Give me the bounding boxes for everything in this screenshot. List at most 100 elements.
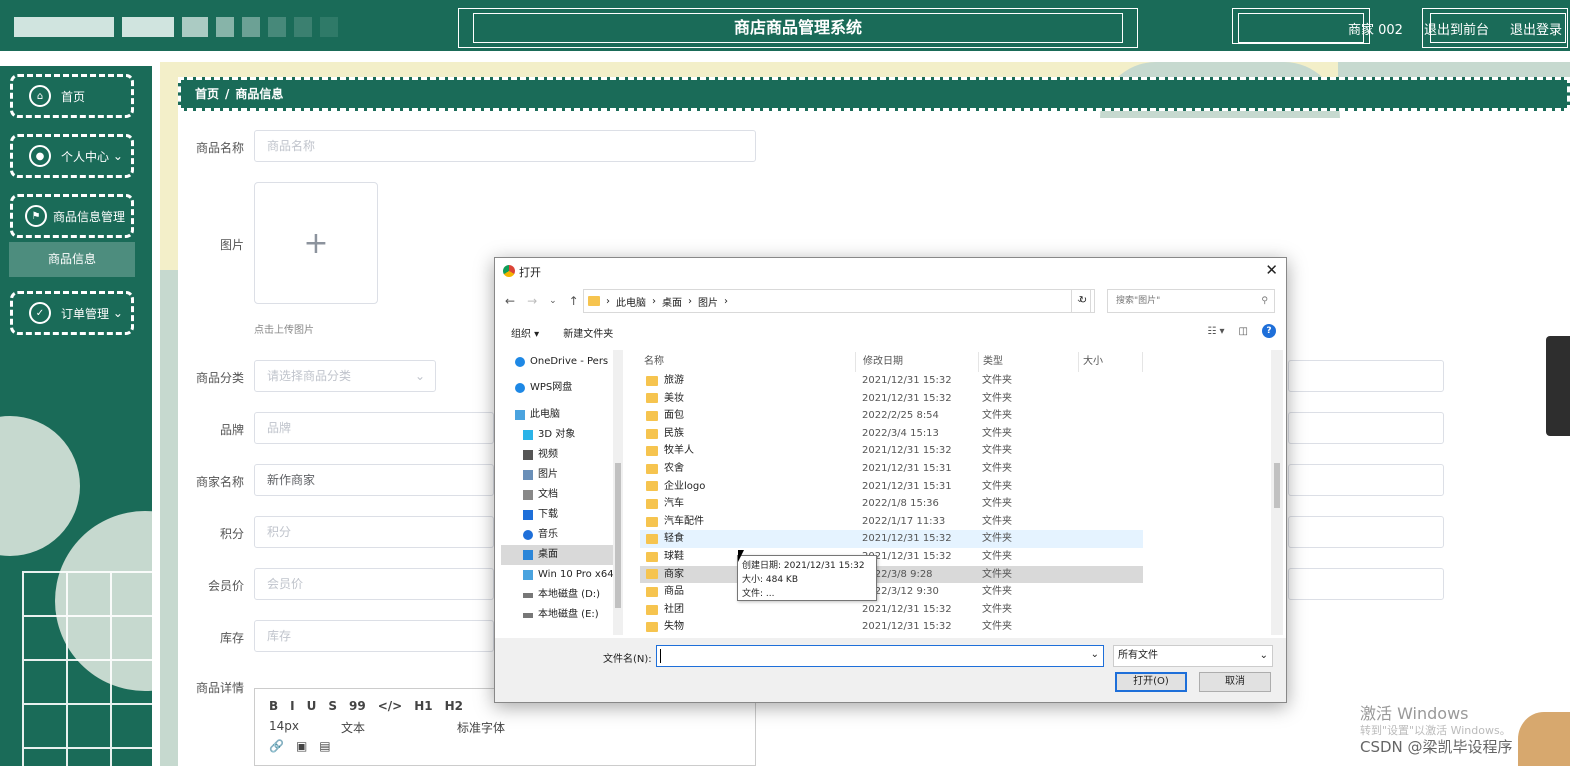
file-row[interactable]: 旅游 2021/12/31 15:32 文件夹 [640,372,1143,390]
nav-item-downloads[interactable]: 下载 [523,505,558,525]
category-select[interactable]: 请选择商品分类 ⌄ [254,360,436,392]
side-drawer-tab[interactable] [1546,336,1570,436]
back-to-frontend-link[interactable]: 退出到前台 [1424,19,1489,38]
nav-item-this-pc[interactable]: 此电脑 [515,405,560,425]
dialog-nav-buttons: ← → ⌄ ↑ [505,294,579,308]
stock-label: 库存 [219,631,244,645]
column-date[interactable]: 修改日期 [859,352,979,372]
folder-icon [646,428,658,439]
music-icon [523,530,533,540]
strike-button[interactable]: S [328,699,337,713]
nav-item-3d[interactable]: 3D 对象 [523,425,575,445]
brand-input[interactable]: 品牌 [254,412,494,444]
breadcrumb-pictures[interactable]: 图片 [698,294,718,309]
points-input[interactable]: 积分 [254,516,494,548]
address-bar[interactable]: › 此电脑 › 桌面 › 图片 › ⌄ [583,289,1091,313]
nav-item-d-drive[interactable]: 本地磁盘 (D:) [523,585,600,605]
view-options-icon[interactable]: ☷ ▾ [1207,326,1224,337]
product-name-input[interactable]: 商品名称 [254,130,756,162]
image-icon[interactable]: ▣ [296,739,307,753]
h1-button[interactable]: H1 [414,699,432,713]
preview-pane-icon[interactable]: ◫ [1239,326,1248,337]
back-arrow-icon[interactable]: ← [505,294,515,308]
font-size-select[interactable]: 14px [269,719,299,736]
cancel-button[interactable]: 取消 [1199,672,1271,692]
forward-arrow-icon[interactable]: → [527,294,537,308]
code-button[interactable]: </> [378,699,403,713]
breadcrumb-this-pc[interactable]: 此电脑 [616,294,646,309]
top-header: 商店商品管理系统 商家 002 退出到前台 退出登录 [0,0,1570,53]
folder-tooltip: 创建日期: 2021/12/31 15:32 大小: 484 KB 文件: ..… [737,555,877,601]
file-type-select[interactable]: 所有文件 ⌄ [1113,645,1273,667]
filename-input[interactable]: ⌄ [656,645,1104,667]
h2-button[interactable]: H2 [445,699,463,713]
file-row[interactable]: 失物 2021/12/31 15:32 文件夹 [640,618,1143,636]
underline-button[interactable]: U [307,699,317,713]
nav-item-pictures[interactable]: 图片 [523,465,558,485]
chevron-down-icon: ⌄ [109,149,123,163]
open-button[interactable]: 打开(O) [1115,672,1187,692]
file-row[interactable]: 球鞋 2021/12/31 15:32 文件夹 [640,548,1143,566]
breadcrumb-home[interactable]: 首页 [195,87,219,101]
header-logo-blocks [14,17,338,37]
merchant-input[interactable]: 新作商家 [254,464,494,496]
organize-menu[interactable]: 组织 ▾ [511,325,539,340]
bold-button[interactable]: B [269,699,278,713]
file-row[interactable]: 民族 2022/3/4 15:13 文件夹 [640,425,1143,443]
refresh-icon[interactable]: ↻ [1071,289,1095,313]
sidebar-subitem-product-info[interactable]: 商品信息 [9,242,135,277]
video-icon[interactable]: ▤ [319,739,330,753]
nav-item-e-drive[interactable]: 本地磁盘 (E:) [523,605,599,625]
nav-item-c-drive[interactable]: Win 10 Pro x64 [523,565,614,585]
sidebar-item-home[interactable]: ⌂ 首页 [10,74,134,118]
sidebar-item-orders[interactable]: ✓ 订单管理 ⌄ [10,291,134,335]
file-row[interactable]: 企业logo 2021/12/31 15:31 文件夹 [640,478,1143,496]
column-size[interactable]: 大小 [1079,352,1143,372]
file-row[interactable]: 美妆 2021/12/31 15:32 文件夹 [640,390,1143,408]
chevron-down-icon[interactable]: ⌄ [1091,649,1099,660]
column-type[interactable]: 类型 [979,352,1079,372]
file-row[interactable]: 社团 2021/12/31 15:32 文件夹 [640,601,1143,619]
file-row[interactable]: 商品 2022/3/12 9:30 文件夹 [640,583,1143,601]
chevron-down-icon[interactable]: ⌄ [549,294,557,308]
sidebar-item-profile[interactable]: ● 个人中心 ⌄ [10,134,134,178]
font-family-select[interactable]: 标准字体 [457,719,505,736]
nav-item-music[interactable]: 音乐 [523,525,558,545]
nav-item-videos[interactable]: 视频 [523,445,558,465]
file-row[interactable]: 牧羊人 2021/12/31 15:32 文件夹 [640,442,1143,460]
file-row[interactable]: 农舍 2021/12/31 15:31 文件夹 [640,460,1143,478]
stock-input[interactable]: 库存 [254,620,494,652]
file-row[interactable]: 商家 2022/3/8 9:28 文件夹 [640,565,1143,584]
logout-link[interactable]: 退出登录 [1510,19,1570,38]
plus-icon: + [303,225,329,261]
text-style-select[interactable]: 文本 [341,719,365,736]
help-icon[interactable]: ? [1262,324,1276,338]
link-icon[interactable]: 🔗 [269,739,284,753]
file-row[interactable]: 轻食 2021/12/31 15:32 文件夹 [640,530,1143,548]
chevron-down-icon: ⌄ [109,306,123,320]
breadcrumb: 首页 / 商品信息 [178,77,1570,111]
up-arrow-icon[interactable]: ↑ [569,294,579,308]
upload-tip: 点击上传图片 [254,325,314,336]
dialog-search-input[interactable]: 搜索"图片" ⚲ [1107,289,1275,313]
quote-button[interactable]: 99 [349,699,366,713]
nav-item-onedrive[interactable]: OneDrive - Pers [515,352,608,372]
close-icon[interactable]: ✕ [1265,261,1278,279]
nav-item-desktop[interactable]: 桌面 [501,545,615,565]
italic-button[interactable]: I [290,699,294,713]
nav-item-wps[interactable]: WPS网盘 [515,378,572,398]
file-row[interactable]: 汽车 2022/1/8 15:36 文件夹 [640,495,1143,513]
file-row[interactable]: 汽车配件 2022/1/17 11:33 文件夹 [640,513,1143,531]
sidebar-item-product-management[interactable]: ⚑ 商品信息管理 [10,194,134,238]
folder-icon [646,481,658,492]
new-folder-button[interactable]: 新建文件夹 [563,325,613,340]
breadcrumb-desktop[interactable]: 桌面 [662,294,682,309]
nav-item-documents[interactable]: 文档 [523,485,558,505]
image-upload-button[interactable]: + [254,182,378,304]
file-row[interactable]: 面包 2022/2/25 8:54 文件夹 [640,407,1143,425]
activate-windows-watermark: 激活 Windows [1360,704,1469,723]
folder-icon [646,586,658,597]
column-name[interactable]: 名称 [640,352,856,372]
member-price-input[interactable]: 会员价 [254,568,494,600]
detail-label: 商品详情 [195,681,244,695]
